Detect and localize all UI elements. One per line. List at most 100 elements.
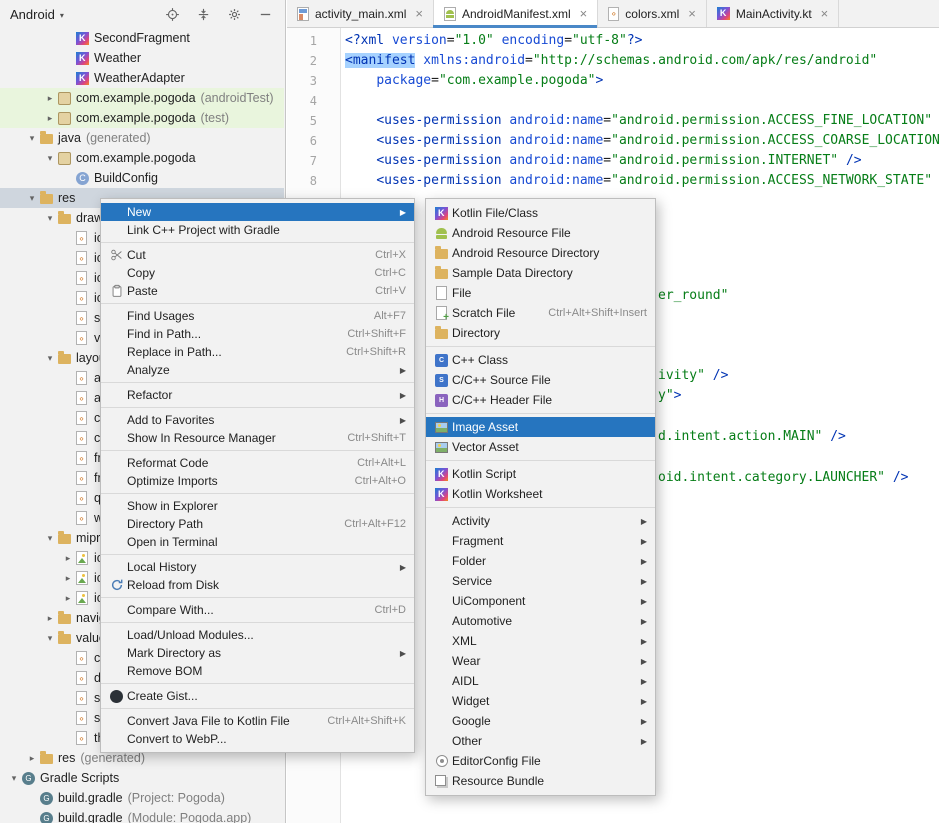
- menu-item-convert-to-webp[interactable]: Convert to WebP...: [101, 730, 414, 748]
- menu-item-activity[interactable]: Activity▶: [426, 511, 655, 531]
- menu-item-uicomponent[interactable]: UiComponent▶: [426, 591, 655, 611]
- menu-item-label: Show In Resource Manager: [127, 431, 347, 445]
- tree-expand-arrow[interactable]: ▸: [42, 113, 58, 124]
- tree-expand-arrow[interactable]: ▾: [42, 533, 58, 544]
- menu-item-show-in-explorer[interactable]: Show in Explorer: [101, 497, 414, 515]
- menu-item-open-in-terminal[interactable]: Open in Terminal: [101, 533, 414, 551]
- tab-close-icon[interactable]: ×: [821, 7, 829, 20]
- tree-expand-arrow[interactable]: ▾: [42, 353, 58, 364]
- menu-item-convert-java-file-to-kotlin-file[interactable]: Convert Java File to Kotlin FileCtrl+Alt…: [101, 712, 414, 730]
- menu-item-wear[interactable]: Wear▶: [426, 651, 655, 671]
- menu-item-refactor[interactable]: Refactor▶: [101, 386, 414, 404]
- menu-item-google[interactable]: Google▶: [426, 711, 655, 731]
- menu-item-find-usages[interactable]: Find UsagesAlt+F7: [101, 307, 414, 325]
- tree-item-gradle-scripts[interactable]: ▾Gradle Scripts: [0, 768, 284, 788]
- editor-tab-activity-main-xml[interactable]: activity_main.xml×: [287, 0, 434, 27]
- tab-close-icon[interactable]: ×: [580, 7, 588, 20]
- tree-item-secondfragment[interactable]: SecondFragment: [0, 28, 284, 48]
- tree-item-com-example-pogoda-test[interactable]: ▸com.example.pogoda(test): [0, 108, 284, 128]
- menu-item-sample-data-directory[interactable]: Sample Data Directory: [426, 263, 655, 283]
- tree-expand-arrow[interactable]: ▸: [60, 553, 76, 564]
- menu-item-image-asset[interactable]: Image Asset: [426, 417, 655, 437]
- tree-expand-arrow[interactable]: ▾: [42, 633, 58, 644]
- menu-item-kotlin-worksheet[interactable]: Kotlin Worksheet: [426, 484, 655, 504]
- tree-item-build-gradle-module-pogoda-app[interactable]: build.gradle(Module: Pogoda.app): [0, 808, 284, 823]
- menu-item-copy[interactable]: CopyCtrl+C: [101, 264, 414, 282]
- menu-item-folder[interactable]: Folder▶: [426, 551, 655, 571]
- tree-expand-arrow[interactable]: ▸: [42, 613, 58, 624]
- menu-item-xml[interactable]: XML▶: [426, 631, 655, 651]
- menu-item-cut[interactable]: CutCtrl+X: [101, 246, 414, 264]
- menu-item-create-gist[interactable]: Create Gist...: [101, 687, 414, 705]
- xml-icon: [76, 251, 94, 265]
- menu-item-add-to-favorites[interactable]: Add to Favorites▶: [101, 411, 414, 429]
- menu-item-android-resource-file[interactable]: Android Resource File: [426, 223, 655, 243]
- tree-item-java-generated[interactable]: ▾java(generated): [0, 128, 284, 148]
- menu-item-c-class[interactable]: CC++ Class: [426, 350, 655, 370]
- xml-icon: [76, 451, 94, 465]
- tree-item-com-example-pogoda-androidtest[interactable]: ▸com.example.pogoda(androidTest): [0, 88, 284, 108]
- tree-expand-arrow[interactable]: ▾: [24, 193, 40, 204]
- menu-item-analyze[interactable]: Analyze▶: [101, 361, 414, 379]
- editor-tab-colors-xml[interactable]: colors.xml×: [598, 0, 707, 27]
- menu-item-link-c-project-with-gradle[interactable]: Link C++ Project with Gradle: [101, 221, 414, 239]
- tree-item-buildconfig[interactable]: BuildConfig: [0, 168, 284, 188]
- menu-item-c-c-header-file[interactable]: HC/C++ Header File: [426, 390, 655, 410]
- menu-item-reload-from-disk[interactable]: Reload from Disk: [101, 576, 414, 594]
- tree-expand-arrow[interactable]: ▸: [24, 753, 40, 764]
- tree-expand-arrow[interactable]: ▸: [60, 573, 76, 584]
- menu-item-directory[interactable]: Directory: [426, 323, 655, 343]
- menu-item-directory-path[interactable]: Directory PathCtrl+Alt+F12: [101, 515, 414, 533]
- menu-item-automotive[interactable]: Automotive▶: [426, 611, 655, 631]
- menu-item-widget[interactable]: Widget▶: [426, 691, 655, 711]
- menu-item-vector-asset[interactable]: Vector Asset: [426, 437, 655, 457]
- code-token: =: [603, 133, 611, 148]
- editor-tab-mainactivity-kt[interactable]: MainActivity.kt×: [707, 0, 839, 27]
- tree-item-weather[interactable]: Weather: [0, 48, 284, 68]
- tab-close-icon[interactable]: ×: [415, 7, 423, 20]
- settings-gear-icon[interactable]: [226, 6, 242, 22]
- locate-file-icon[interactable]: [164, 6, 180, 22]
- menu-item-paste[interactable]: PasteCtrl+V: [101, 282, 414, 300]
- tree-expand-arrow[interactable]: ▾: [42, 213, 58, 224]
- menu-item-kotlin-script[interactable]: Kotlin Script: [426, 464, 655, 484]
- menu-item-scratch-file[interactable]: Scratch FileCtrl+Alt+Shift+Insert: [426, 303, 655, 323]
- tab-close-icon[interactable]: ×: [688, 7, 696, 20]
- menu-item-reformat-code[interactable]: Reformat CodeCtrl+Alt+L: [101, 454, 414, 472]
- menu-item-mark-directory-as[interactable]: Mark Directory as▶: [101, 644, 414, 662]
- tree-item-weatheradapter[interactable]: WeatherAdapter: [0, 68, 284, 88]
- menu-item-kotlin-file-class[interactable]: Kotlin File/Class: [426, 203, 655, 223]
- menu-item-remove-bom[interactable]: Remove BOM: [101, 662, 414, 680]
- project-view-selector[interactable]: Android: [10, 7, 55, 22]
- editor-tab-androidmanifest-xml[interactable]: AndroidManifest.xml×: [434, 0, 598, 27]
- menu-item-aidl[interactable]: AIDL▶: [426, 671, 655, 691]
- menu-item-file[interactable]: File: [426, 283, 655, 303]
- menu-item-label: File: [452, 286, 647, 300]
- menu-item-service[interactable]: Service▶: [426, 571, 655, 591]
- menu-item-c-c-source-file[interactable]: SC/C++ Source File: [426, 370, 655, 390]
- tree-expand-arrow[interactable]: ▾: [42, 153, 58, 164]
- menu-item-compare-with[interactable]: Compare With...Ctrl+D: [101, 601, 414, 619]
- menu-item-fragment[interactable]: Fragment▶: [426, 531, 655, 551]
- cpp-class-icon: C: [431, 354, 452, 367]
- menu-item-show-in-resource-manager[interactable]: Show In Resource ManagerCtrl+Shift+T: [101, 429, 414, 447]
- menu-item-resource-bundle[interactable]: Resource Bundle: [426, 771, 655, 791]
- menu-item-local-history[interactable]: Local History▶: [101, 558, 414, 576]
- menu-item-other[interactable]: Other▶: [426, 731, 655, 751]
- menu-item-replace-in-path[interactable]: Replace in Path...Ctrl+Shift+R: [101, 343, 414, 361]
- collapse-all-icon[interactable]: [195, 6, 211, 22]
- tree-expand-arrow[interactable]: ▸: [60, 593, 76, 604]
- xml-icon: [76, 711, 94, 725]
- tree-expand-arrow[interactable]: ▾: [6, 773, 22, 784]
- hide-panel-icon[interactable]: [257, 6, 273, 22]
- tree-expand-arrow[interactable]: ▾: [24, 133, 40, 144]
- menu-item-new[interactable]: New▶: [101, 203, 414, 221]
- menu-item-optimize-imports[interactable]: Optimize ImportsCtrl+Alt+O: [101, 472, 414, 490]
- tree-item-com-example-pogoda[interactable]: ▾com.example.pogoda: [0, 148, 284, 168]
- menu-item-editorconfig-file[interactable]: EditorConfig File: [426, 751, 655, 771]
- tree-item-build-gradle-project-pogoda[interactable]: build.gradle(Project: Pogoda): [0, 788, 284, 808]
- menu-item-load-unload-modules[interactable]: Load/Unload Modules...: [101, 626, 414, 644]
- tree-expand-arrow[interactable]: ▸: [42, 93, 58, 104]
- menu-item-find-in-path[interactable]: Find in Path...Ctrl+Shift+F: [101, 325, 414, 343]
- menu-item-android-resource-directory[interactable]: Android Resource Directory: [426, 243, 655, 263]
